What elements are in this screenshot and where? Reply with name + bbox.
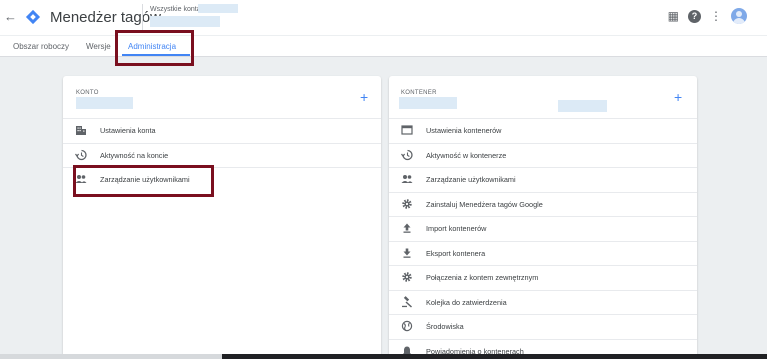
history-icon: [75, 149, 87, 160]
highlight-box-user-management: [73, 165, 214, 197]
menu-item-approval-queue[interactable]: Kolejka do zatwierdzenia: [389, 289, 697, 315]
people-icon: [401, 175, 413, 183]
account-card: KONTO + Ustawienia konta Aktywność na ko…: [63, 76, 381, 359]
taskbar-light-segment: [0, 354, 222, 359]
add-account-icon[interactable]: +: [360, 90, 368, 104]
apps-grid-icon[interactable]: ▦: [668, 9, 679, 23]
menu-item-label: Ustawienia kontenerów: [426, 126, 502, 135]
menu-item-account-settings[interactable]: Ustawienia konta: [63, 118, 381, 143]
menu-item-account-activity[interactable]: Aktywność na koncie: [63, 142, 381, 168]
redacted-container-name[interactable]: [150, 16, 220, 27]
menu-item-label: Aktywność w kontenerze: [426, 150, 507, 160]
app-title[interactable]: Menedżer tagów: [50, 9, 161, 26]
menu-item-export-container[interactable]: Eksport kontenera: [389, 240, 697, 266]
container-heading: KONTENER: [401, 90, 437, 96]
tab-workspace[interactable]: Obszar roboczy: [13, 42, 69, 52]
menu-item-container-activity[interactable]: Aktywność w kontenerze: [389, 142, 697, 168]
building-icon: [76, 126, 86, 135]
menu-item-external-account-links[interactable]: Połączenia z kontem zewnętrznym: [389, 265, 697, 290]
more-vert-icon[interactable]: ⋮: [710, 9, 722, 23]
menu-item-label: Zarządzanie użytkownikami: [426, 175, 516, 184]
upload-icon: [403, 223, 411, 233]
history-icon: [401, 149, 413, 160]
arrow-back-icon[interactable]: ←: [4, 10, 17, 24]
tab-versions[interactable]: Wersje: [86, 42, 111, 52]
container-card: KONTENER + Ustawienia kontenerów Aktywno…: [389, 76, 697, 359]
browser-window-icon: [401, 125, 413, 135]
divider: [142, 4, 143, 30]
menu-item-import-container[interactable]: Import kontenerów: [389, 216, 697, 241]
top-actions: ▦ ? ⋮: [668, 8, 747, 24]
menu-item-label: Zainstaluj Menedżera tagów Google: [426, 199, 543, 209]
menu-item-label: Eksport kontenera: [426, 248, 486, 258]
menu-item-container-settings[interactable]: Ustawienia kontenerów: [389, 118, 697, 143]
download-icon: [403, 248, 411, 258]
redacted-account-name: [198, 4, 238, 13]
menu-item-label: Kolejka do zatwierdzenia: [426, 297, 507, 307]
help-icon[interactable]: ?: [688, 9, 701, 23]
menu-item-container-user-management[interactable]: Zarządzanie użytkownikami: [389, 167, 697, 192]
add-container-icon[interactable]: +: [674, 90, 682, 104]
account-heading: KONTO: [76, 90, 99, 96]
menu-item-label: Import kontenerów: [426, 224, 487, 233]
globe-icon: [401, 320, 413, 332]
menu-item-environments[interactable]: Środowiska: [389, 314, 697, 339]
gear-icon: [402, 198, 412, 209]
gear-icon: [402, 272, 412, 282]
redacted-account-name: [76, 97, 133, 109]
menu-item-label: Ustawienia konta: [100, 126, 156, 135]
gtm-logo-icon[interactable]: [25, 9, 41, 25]
redacted-container-id: [558, 100, 607, 112]
avatar[interactable]: [731, 8, 747, 24]
menu-item-label: Połączenia z kontem zewnętrznym: [426, 273, 539, 282]
highlight-box-admin-tab: [115, 30, 194, 66]
menu-item-label: Aktywność na koncie: [100, 150, 169, 160]
gavel-icon: [402, 295, 413, 308]
bottom-taskbar-strip: [0, 354, 767, 359]
menu-item-label: Środowiska: [426, 322, 464, 331]
redacted-container-name: [399, 97, 457, 109]
menu-item-install-gtm[interactable]: Zainstaluj Menedżera tagów Google: [389, 191, 697, 217]
